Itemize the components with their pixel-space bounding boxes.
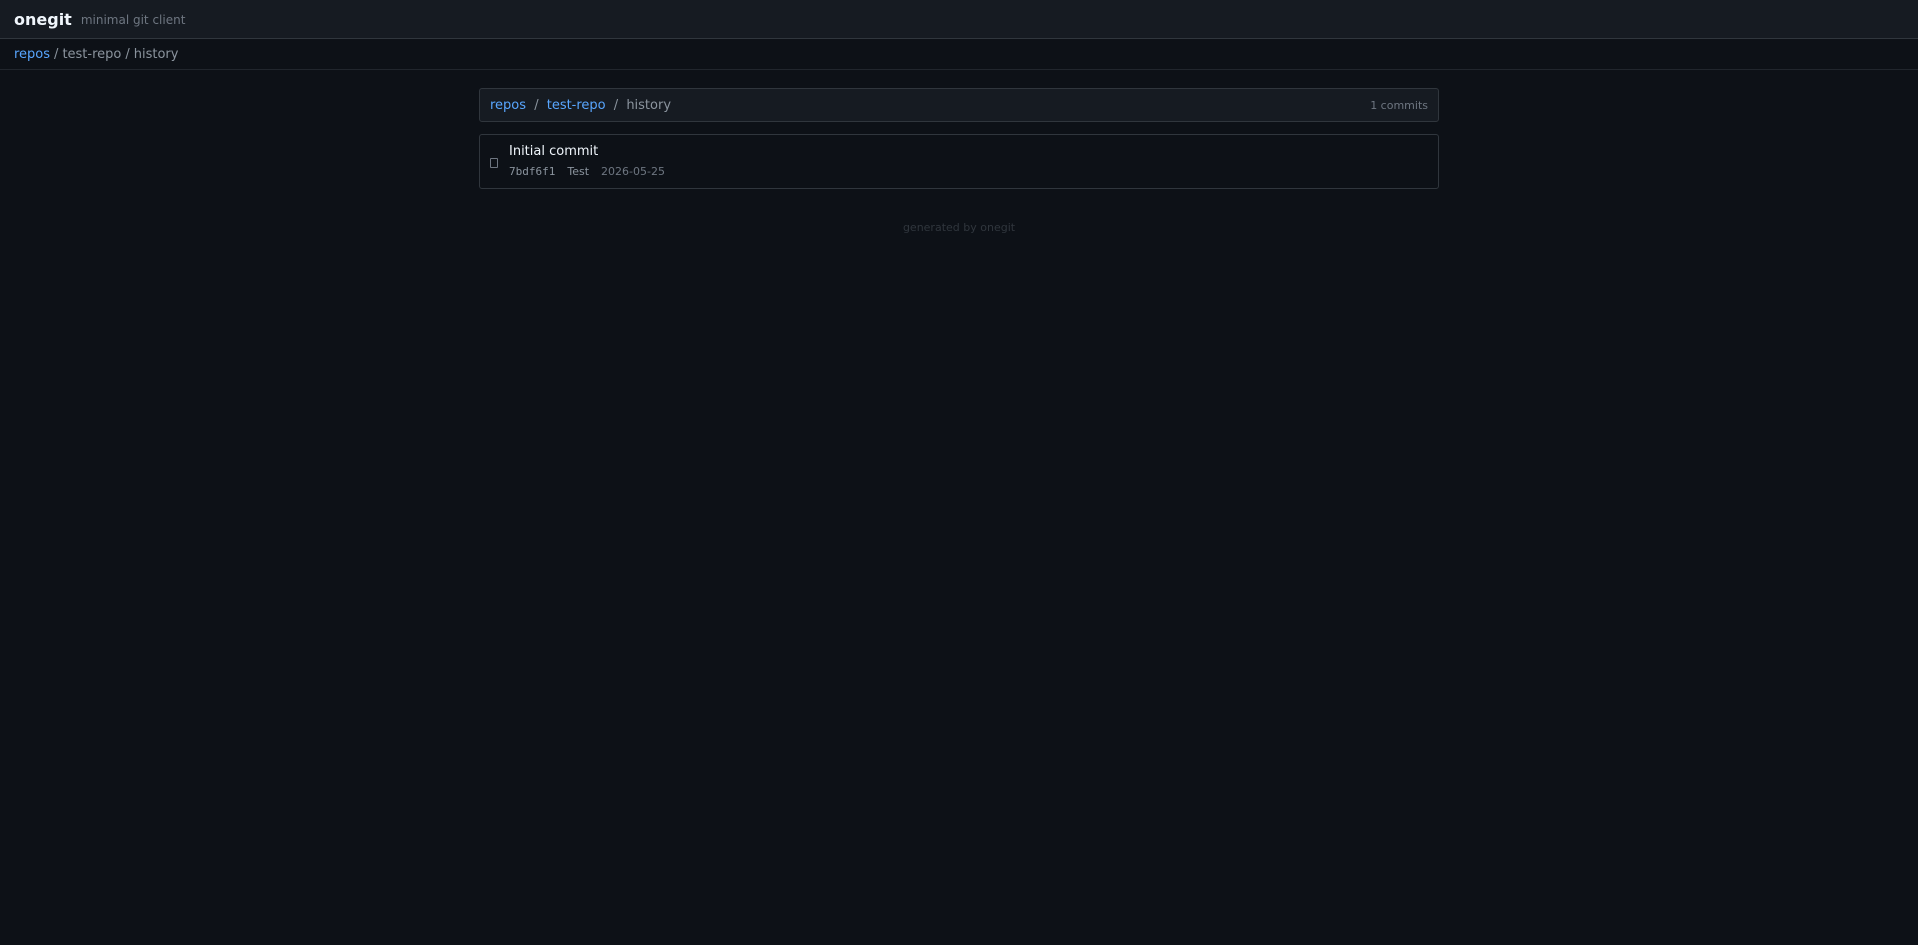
- commit-meta: 7bdf6f1 Test 2026-05-25: [509, 163, 665, 181]
- panel-repo-link[interactable]: test-repo: [547, 98, 606, 113]
- commit-body: Initial commit 7bdf6f1 Test 2026-05-25: [509, 143, 665, 181]
- panel-page: history: [626, 97, 672, 113]
- commit-message[interactable]: Initial commit: [509, 143, 665, 161]
- panel-repos-link[interactable]: repos: [490, 98, 526, 113]
- commit-list: Initial commit 7bdf6f1 Test 2026-05-25: [479, 134, 1439, 189]
- breadcrumb: repos / test-repo / history: [0, 39, 1918, 70]
- commit-author: Test: [567, 164, 590, 178]
- history-header: repos / test-repo / history 1 commits: [479, 88, 1439, 122]
- panel-separator: /: [613, 97, 619, 113]
- commit-date: 2026-05-25: [601, 164, 665, 178]
- commit-row[interactable]: Initial commit 7bdf6f1 Test 2026-05-25: [480, 135, 1438, 188]
- footer-text: generated by onegit: [902, 221, 1016, 234]
- app-name[interactable]: onegit: [14, 10, 72, 29]
- top-bar: onegit minimal git client: [0, 0, 1918, 39]
- app-tagline: minimal git client: [80, 12, 186, 27]
- breadcrumb-separator: /: [125, 46, 130, 62]
- main-content: repos / test-repo / history 1 commits In…: [479, 70, 1439, 234]
- breadcrumb-separator: /: [54, 46, 59, 62]
- commit-sha[interactable]: 7bdf6f1: [509, 163, 555, 181]
- panel-breadcrumb: repos / test-repo / history: [490, 98, 671, 113]
- breadcrumb-repos-link[interactable]: repos: [14, 47, 50, 62]
- breadcrumb-page: history: [133, 46, 179, 62]
- file-icon: [490, 157, 498, 168]
- breadcrumb-repo: test-repo: [62, 46, 122, 62]
- panel-separator: /: [534, 97, 539, 113]
- commit-count: 1 commits: [1370, 98, 1428, 112]
